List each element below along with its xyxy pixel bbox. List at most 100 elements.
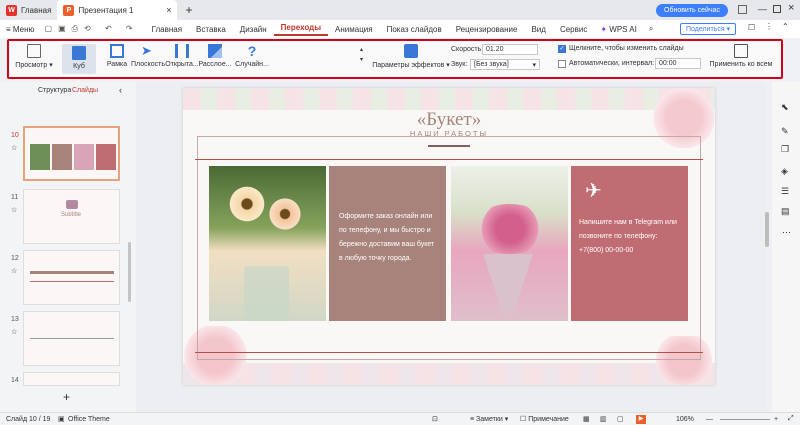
transition-plane[interactable]: ➤ Плоскость [131, 44, 165, 69]
restore-icon[interactable] [773, 5, 781, 13]
auto-interval-input[interactable]: 00:00 [655, 58, 701, 69]
update-label: Обновить сейчас [664, 7, 720, 14]
layout-tool-icon[interactable]: ▤ [781, 206, 790, 217]
auto-checkbox[interactable] [558, 60, 566, 68]
close-tab-icon[interactable]: × [166, 5, 171, 15]
apply-all-label: Применить ко всем [709, 61, 773, 68]
slide-thumbnail-13[interactable] [23, 311, 120, 366]
peel-icon [208, 44, 222, 58]
zoom-in-icon[interactable]: + [774, 416, 778, 423]
sorter-view-icon[interactable]: ▥ [600, 415, 607, 423]
slide-thumbnail-14[interactable] [23, 372, 120, 386]
slide-thumbnail-10[interactable] [23, 126, 120, 181]
canvas-scrollbar[interactable] [765, 212, 769, 247]
speed-input[interactable]: 01.20 [482, 44, 538, 55]
transition-peel[interactable]: Расслое... [198, 44, 232, 68]
theme-icon: ▣ [58, 416, 65, 423]
menu-home[interactable]: Главная [145, 25, 189, 34]
zoom-slider[interactable] [720, 419, 770, 420]
close-window-icon[interactable]: × [788, 2, 794, 14]
slide-thumbnail-11[interactable]: Subtitle [23, 189, 120, 244]
hamburger-menu-button[interactable]: ≡ Меню [0, 25, 39, 34]
thumb-line [30, 338, 114, 339]
red-rule [195, 352, 703, 353]
rose-cluster [471, 204, 549, 254]
fit-icon[interactable]: ⊡ [432, 415, 438, 423]
document-tab-label: Презентация 1 [78, 5, 134, 15]
apply-all-icon [734, 44, 748, 58]
adjust-tool-icon[interactable]: ☰ [781, 186, 789, 197]
menu-animation[interactable]: Анимация [328, 25, 380, 34]
wps-logo-icon: W [6, 4, 17, 16]
transitions-ribbon: Просмотр ▾ Куб Рамка ➤ Плоскость Открыта… [7, 39, 783, 79]
menu-slideshow[interactable]: Показ слайдов [380, 25, 449, 34]
star-icon[interactable]: ☆ [11, 144, 17, 152]
transition-open[interactable]: Открыта... [164, 44, 200, 68]
slides-sidebar: Структура Слайды ‹ 10 ☆ 11 ☆ Subtitle 12… [0, 82, 136, 412]
tab-slides[interactable]: Слайды [72, 87, 98, 94]
fit-window-icon[interactable]: ⤢ [788, 415, 794, 423]
thumb-line [30, 271, 114, 274]
thumb-block [52, 144, 72, 170]
window-tile-icon[interactable] [738, 5, 747, 14]
menu-insert[interactable]: Вставка [189, 25, 233, 34]
zoom-value[interactable]: 106% [676, 416, 694, 423]
notes-label: Заметки [476, 416, 503, 423]
click-checkbox[interactable]: ✓ [558, 45, 566, 53]
document-tab[interactable]: P Презентация 1 × [57, 0, 178, 20]
shape-tool-icon[interactable]: ◈ [781, 166, 788, 177]
sound-label: Звук: [451, 61, 468, 68]
share-button[interactable]: Поделиться ▾ [680, 23, 737, 35]
menu-review[interactable]: Рецензирование [449, 25, 525, 34]
star-icon[interactable]: ☆ [11, 206, 17, 214]
comment-icon[interactable]: ☐ [748, 23, 755, 32]
random-label: Случайн... [235, 61, 269, 68]
minimize-icon[interactable]: — [758, 4, 767, 14]
star-icon[interactable]: ☆ [11, 328, 17, 336]
update-now-button[interactable]: Обновить сейчас [656, 4, 728, 17]
preview-label: Просмотр [15, 62, 48, 69]
new-tab-icon[interactable]: + [185, 3, 192, 17]
collapse-panel-icon[interactable]: ‹ [119, 85, 122, 95]
zoom-out-icon[interactable]: — [706, 416, 713, 423]
select-tool-icon[interactable]: ⬉ [781, 102, 789, 113]
transition-random[interactable]: ? Случайн... [232, 44, 272, 68]
apply-all-button[interactable]: Применить ко всем [709, 44, 773, 68]
more-tools-icon[interactable]: ⋯ [782, 227, 791, 238]
transition-frame[interactable]: Рамка [102, 44, 132, 68]
right-toolbar: ⬉ ✎ ❐ ◈ ☰ ▤ ⋯ [765, 82, 800, 412]
thumb-line [30, 281, 114, 282]
menu-transitions[interactable]: Переходы [273, 23, 329, 36]
copy-tool-icon[interactable]: ❐ [781, 144, 789, 155]
normal-view-icon[interactable]: ▦ [583, 415, 590, 423]
slide[interactable]: «Букет» НАШИ РАБОТЫ Оформите заказ онлай… [183, 88, 715, 385]
comment-button[interactable]: ☐ Примечание [520, 415, 569, 423]
menu-view[interactable]: Вид [524, 25, 552, 34]
home-tab[interactable]: W Главная [0, 0, 57, 20]
info-block-right: ✈ Напишите нам в Telegram или позвоните … [571, 166, 688, 321]
slide-subtitle: НАШИ РАБОТЫ [409, 129, 489, 138]
tab-structure[interactable]: Структура [38, 87, 71, 94]
search-icon[interactable]: ⌕ [643, 24, 659, 34]
play-button[interactable]: ▶ [636, 414, 646, 424]
reading-view-icon[interactable]: ▢ [617, 415, 624, 423]
slide-thumbnail-12[interactable] [23, 250, 120, 305]
effect-params-button[interactable]: Параметры эффектов ▾ [371, 44, 451, 69]
more-icon[interactable]: ⋮ [765, 22, 773, 31]
menu-tools[interactable]: Сервис [553, 25, 594, 34]
add-slide-icon[interactable]: + [63, 390, 70, 404]
collapse-ribbon-icon[interactable]: ⌃ [782, 22, 789, 31]
slide-number: 10 [11, 132, 19, 139]
title-bar: W Главная P Презентация 1 × + Обновить с… [0, 0, 800, 20]
order-text: Оформите заказ онлайн или по телефону, и… [339, 213, 435, 262]
transition-cube[interactable]: Куб [62, 44, 96, 74]
wps-ai-button[interactable]: ✦ WPS AI [594, 25, 643, 34]
menu-design[interactable]: Дизайн [233, 25, 274, 34]
preview-button[interactable]: Просмотр ▾ [14, 44, 54, 69]
notes-button[interactable]: ≡ Заметки ▾ [470, 415, 508, 423]
gallery-scroll-icon[interactable]: ▴ ▾ [360, 45, 363, 65]
sound-select[interactable]: [Без звука] ▾ [470, 59, 540, 70]
wand-tool-icon[interactable]: ✎ [781, 126, 789, 137]
star-icon[interactable]: ☆ [11, 267, 17, 275]
sidebar-scrollbar[interactable] [128, 242, 131, 302]
